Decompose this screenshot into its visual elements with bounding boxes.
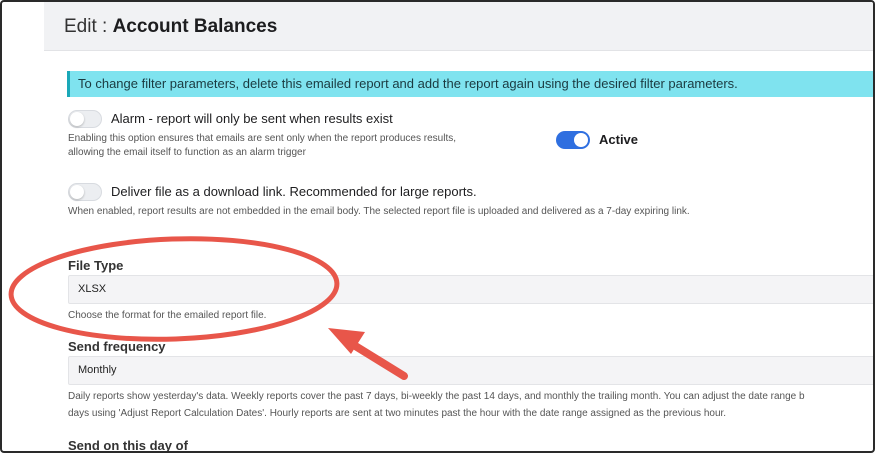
- info-banner: To change filter parameters, delete this…: [67, 71, 873, 97]
- active-toggle[interactable]: [556, 131, 590, 149]
- alarm-help-line1: Enabling this option ensures that emails…: [68, 133, 456, 144]
- send-frequency-label: Send frequency: [68, 339, 166, 354]
- file-type-help: Choose the format for the emailed report…: [68, 310, 267, 321]
- download-link-toggle[interactable]: [68, 183, 102, 201]
- toggle-knob: [70, 112, 84, 126]
- window-frame: Edit : Account Balances To change filter…: [0, 0, 875, 453]
- file-type-select[interactable]: XLSX: [68, 275, 873, 304]
- page-title: Edit : Account Balances: [64, 16, 277, 38]
- toggle-knob: [574, 133, 588, 147]
- annotation-overlay: [8, 236, 408, 380]
- active-label: Active: [599, 132, 639, 147]
- info-banner-text: To change filter parameters, delete this…: [78, 76, 738, 91]
- alarm-label: Alarm - report will only be sent when re…: [111, 111, 393, 126]
- download-link-help: When enabled, report results are not emb…: [68, 206, 690, 217]
- alarm-help-line2: allowing the email itself to function as…: [68, 147, 306, 158]
- send-frequency-help-line2: days using 'Adjust Report Calculation Da…: [68, 408, 727, 419]
- send-frequency-value: Monthly: [78, 364, 117, 376]
- file-type-label: File Type: [68, 258, 124, 273]
- send-frequency-select[interactable]: Monthly: [68, 356, 873, 385]
- page-title-name: Account Balances: [112, 16, 278, 37]
- file-type-value: XLSX: [78, 283, 107, 295]
- send-frequency-help-line1: Daily reports show yesterday's data. Wee…: [68, 391, 805, 402]
- page-title-prefix: Edit :: [64, 16, 113, 37]
- page-header: Edit : Account Balances: [44, 2, 873, 51]
- send-on-day-label: Send on this day of: [68, 438, 188, 453]
- arrow-head: [328, 328, 365, 354]
- alarm-toggle[interactable]: [68, 110, 102, 128]
- toggle-knob: [70, 185, 84, 199]
- download-link-label: Deliver file as a download link. Recomme…: [111, 184, 477, 199]
